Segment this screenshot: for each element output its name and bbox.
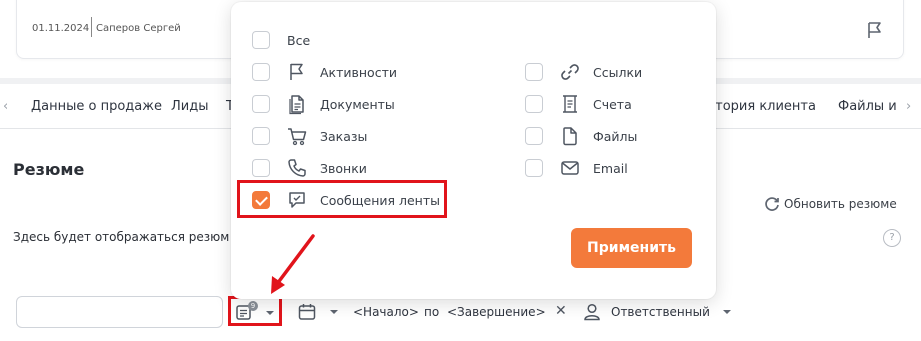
invoice-icon [563,95,577,113]
flag-icon[interactable] [865,20,885,40]
help-icon[interactable]: ? [883,229,901,247]
search-input[interactable] [16,296,223,328]
checkbox[interactable] [252,127,270,145]
option-label: Счета [593,96,632,112]
checkbox[interactable] [525,127,543,145]
event-date: 01.11.2024 [32,23,90,34]
chevron-down-icon[interactable] [330,310,338,314]
option-label: Email [593,160,628,176]
option-label: Все [287,32,311,48]
option-orders[interactable]: Заказы [252,125,367,147]
flag-icon [290,63,303,80]
option-all[interactable]: Все [252,29,310,51]
option-files[interactable]: Файлы [525,125,637,147]
refresh-icon [765,197,779,211]
tab-sale-data[interactable]: Данные о продаже [31,99,162,114]
filter-count-badge: 9 [248,301,258,311]
mail-icon [561,161,579,175]
annotation-highlight-box [237,180,447,218]
option-label: Документы [320,96,395,112]
phone-icon [288,159,306,177]
date-end[interactable]: <Завершение> [447,305,546,319]
option-email[interactable]: Email [525,157,628,179]
cart-icon [288,128,307,146]
option-calls[interactable]: Звонки [252,157,367,179]
tab-files[interactable]: Файлы и [838,99,897,114]
user-icon [584,303,600,321]
date-start[interactable]: <Начало> [353,305,419,319]
feed-filter-button[interactable]: 9 [228,296,282,326]
option-label: Файлы [593,128,638,144]
option-label: Заказы [320,128,368,144]
option-label: Активности [320,64,397,80]
checkbox[interactable] [525,63,543,81]
tab-leads[interactable]: Лиды [171,99,208,114]
chevron-down-icon [266,311,274,315]
date-to-label: по [424,305,440,319]
document-icon [289,95,304,115]
calendar-icon[interactable] [297,302,317,322]
tabs-prev-icon[interactable]: ‹ [3,99,8,114]
tabs-next-icon[interactable]: › [906,99,911,114]
tab-client-history[interactable]: стория клиента [708,99,816,114]
event-author[interactable]: Саперов Сергей [96,23,181,34]
checkbox[interactable] [252,159,270,177]
option-documents[interactable]: Документы [252,93,395,115]
chevron-down-icon[interactable] [723,310,731,314]
checkbox[interactable] [252,95,270,113]
checkbox[interactable] [252,31,270,49]
option-label: Звонки [320,160,367,176]
option-label: Ссылки [593,64,643,80]
resume-placeholder: Здесь будет отображаться резюм [13,230,230,244]
refresh-resume-button[interactable]: Обновить резюме [763,195,897,213]
divider [91,17,92,37]
refresh-label: Обновить резюме [784,197,897,211]
link-icon [561,64,579,80]
resume-title: Резюме [13,160,85,179]
option-links[interactable]: Ссылки [525,61,642,83]
checkbox[interactable] [525,159,543,177]
clear-icon[interactable]: ✕ [555,303,567,319]
checkbox[interactable] [252,63,270,81]
file-icon [563,127,577,146]
apply-button[interactable]: Применить [571,228,692,268]
checkbox[interactable] [525,95,543,113]
responsible-filter[interactable]: Ответственный [611,305,710,319]
option-activities[interactable]: Активности [252,61,397,83]
option-invoices[interactable]: Счета [525,93,632,115]
